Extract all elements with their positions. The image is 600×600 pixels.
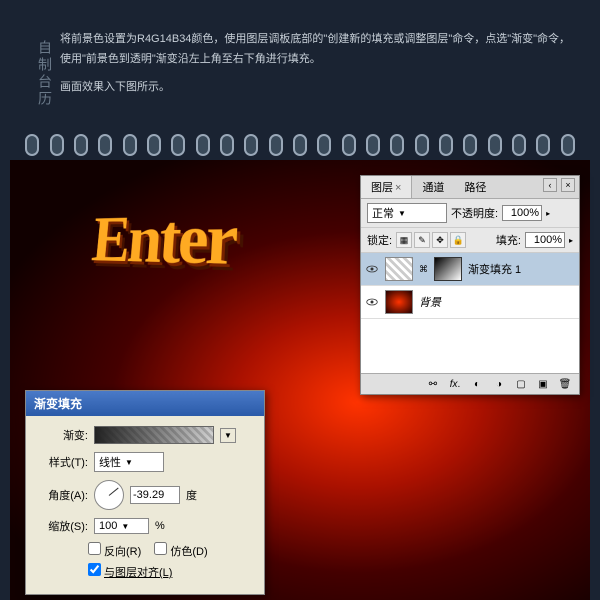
visibility-eye-icon[interactable]	[365, 262, 379, 276]
scale-select[interactable]: 100▼	[94, 518, 149, 534]
lock-label: 锁定:	[367, 232, 392, 248]
mask-icon[interactable]: ◐	[469, 377, 485, 391]
reverse-checkbox[interactable]: 反向(R)	[88, 542, 141, 559]
instruction-line-2: 画面效果入下图所示。	[60, 78, 580, 98]
angle-input[interactable]	[130, 486, 180, 504]
instructions: 将前景色设置为R4G14B34颜色，使用图层调板底部的"创建新的填充或调整图层"…	[60, 30, 580, 97]
lock-transparency-icon[interactable]: ▦	[396, 232, 412, 248]
opacity-label: 不透明度:	[451, 205, 498, 221]
fill-input[interactable]: 100%	[525, 232, 565, 248]
instruction-line-1: 将前景色设置为R4G14B34颜色，使用图层调板底部的"创建新的填充或调整图层"…	[60, 30, 580, 70]
fill-label: 填充:	[496, 232, 521, 248]
dialog-title: 渐变填充	[26, 391, 264, 416]
new-layer-icon[interactable]: ▣	[535, 377, 551, 391]
layer-thumb[interactable]	[385, 290, 413, 314]
dither-checkbox[interactable]: 仿色(D)	[154, 542, 207, 559]
link-layers-icon[interactable]: ⚯	[425, 377, 441, 391]
trash-icon[interactable]: 🗑	[557, 377, 573, 391]
tab-paths[interactable]: 路径	[454, 176, 496, 198]
tab-close-icon[interactable]: ×	[395, 182, 401, 194]
align-checkbox[interactable]: 与图层对齐(L)	[88, 563, 172, 580]
layers-panel: ‹ × 图层× 通道 路径 正常▼ 不透明度: 100% ▸ 锁定: ▦ ✎ ✥…	[360, 175, 580, 395]
layer-row-gradient[interactable]: ⌘ 渐变填充 1	[361, 253, 579, 286]
adjustment-icon[interactable]: ◑	[491, 377, 507, 391]
folder-icon[interactable]: ▢	[513, 377, 529, 391]
spiral-binding	[0, 130, 600, 160]
link-icon: ⌘	[419, 264, 428, 275]
lock-move-icon[interactable]: ✥	[432, 232, 448, 248]
sidebar-title: 自制台历	[35, 40, 55, 108]
gradient-dropdown-icon[interactable]: ▼	[220, 428, 236, 443]
opacity-input[interactable]: 100%	[502, 205, 542, 221]
fill-arrow-icon[interactable]: ▸	[569, 236, 573, 245]
opacity-arrow-icon[interactable]: ▸	[546, 209, 550, 218]
scale-label: 缩放(S):	[38, 518, 88, 534]
lock-all-icon[interactable]: 🔒	[450, 232, 466, 248]
chevron-down-icon: ▼	[398, 209, 406, 218]
layer-name[interactable]: 背景	[419, 294, 441, 310]
tab-layers[interactable]: 图层×	[361, 176, 412, 198]
chevron-down-icon: ▼	[125, 458, 133, 467]
chevron-down-icon: ▼	[121, 522, 129, 531]
layer-thumb[interactable]	[385, 257, 413, 281]
tab-channels[interactable]: 通道	[412, 176, 454, 198]
lock-brush-icon[interactable]: ✎	[414, 232, 430, 248]
layer-row-background[interactable]: 背景	[361, 286, 579, 319]
blend-mode-select[interactable]: 正常▼	[367, 203, 447, 223]
gradient-preview[interactable]	[94, 426, 214, 444]
gradient-fill-dialog: 渐变填充 渐变: ▼ 样式(T): 线性▼ 角度(A): 度 缩放(S): 10…	[25, 390, 265, 595]
layer-name[interactable]: 渐变填充 1	[468, 261, 521, 277]
angle-unit: 度	[186, 487, 197, 503]
gradient-label: 渐变:	[38, 427, 88, 443]
scale-unit: %	[155, 520, 165, 532]
angle-dial[interactable]	[94, 480, 124, 510]
panel-minimize-icon[interactable]: ‹	[543, 178, 557, 192]
panel-close-icon[interactable]: ×	[561, 178, 575, 192]
3d-text: Enter	[89, 198, 237, 284]
angle-label: 角度(A):	[38, 487, 88, 503]
layer-mask-thumb[interactable]	[434, 257, 462, 281]
style-label: 样式(T):	[38, 454, 88, 470]
fx-icon[interactable]: fx.	[447, 377, 463, 391]
style-select[interactable]: 线性▼	[94, 452, 164, 472]
visibility-eye-icon[interactable]	[365, 295, 379, 309]
